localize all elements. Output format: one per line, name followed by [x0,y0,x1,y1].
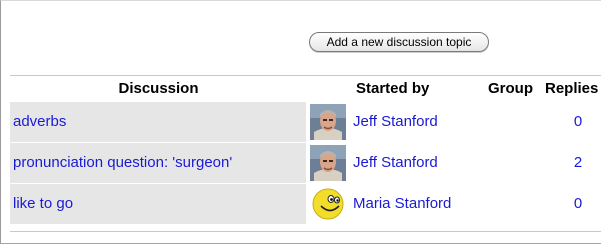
man-photo-icon[interactable] [310,104,346,140]
smiley-face-icon[interactable] [310,186,346,222]
table-header-row: Discussion Started by Group Replies [10,75,601,101]
man-photo-icon[interactable] [310,145,346,181]
column-header-group[interactable]: Group [488,80,533,97]
topic-link[interactable]: pronunciation question: 'surgeon' [13,154,232,171]
discussion-table: Discussion Started by Group Replies adve… [10,75,601,224]
replies-count-link[interactable]: 0 [566,195,590,212]
replies-count-link[interactable]: 0 [566,113,590,130]
topic-cell: adverbs [10,102,306,142]
table-row: adverbs Jeff Stanford 0 [10,101,601,142]
replies-count-link[interactable]: 2 [566,154,590,171]
column-header-started-by[interactable]: Started by [356,80,429,97]
topic-cell: like to go [10,184,306,224]
topic-link[interactable]: adverbs [13,113,66,130]
forum-panel: Add a new discussion topic Discussion St… [0,0,601,244]
table-bottom-divider [10,231,601,232]
author-link[interactable]: Maria Stanford [353,195,451,212]
table-row: like to go Maria Stanford 0 [10,183,601,224]
topic-cell: pronunciation question: 'surgeon' [10,143,306,183]
column-header-replies[interactable]: Replies [545,80,598,97]
author-link[interactable]: Jeff Stanford [353,113,438,130]
author-link[interactable]: Jeff Stanford [353,154,438,171]
column-header-discussion[interactable]: Discussion [10,80,307,97]
add-discussion-topic-button[interactable]: Add a new discussion topic [309,32,489,52]
table-row: pronunciation question: 'surgeon' Jeff S… [10,142,601,183]
topic-link[interactable]: like to go [13,195,73,212]
